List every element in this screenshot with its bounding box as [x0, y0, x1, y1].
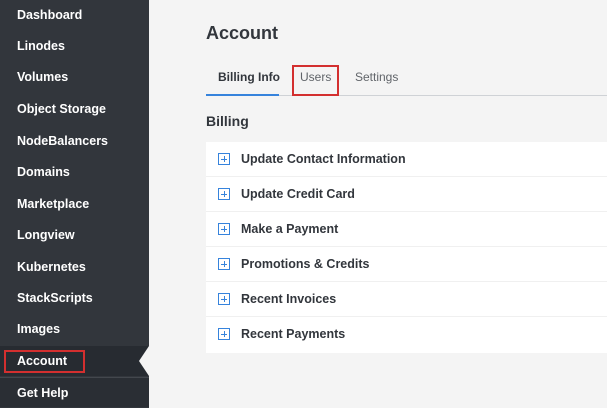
panel-recent-payments[interactable]: Recent Payments [206, 317, 607, 352]
sidebar-item-stackscripts[interactable]: StackScripts [0, 283, 149, 313]
sidebar-item-account[interactable]: Account [0, 346, 149, 376]
sidebar-item-object-storage[interactable]: Object Storage [0, 94, 149, 124]
plus-square-icon [218, 293, 230, 305]
sidebar-item-label: Account [17, 354, 67, 368]
sidebar-nav: Dashboard Linodes Volumes Object Storage… [0, 0, 149, 408]
panel-promotions-credits[interactable]: Promotions & Credits [206, 247, 607, 282]
tab-users[interactable]: Users [300, 62, 336, 95]
sidebar-item-marketplace[interactable]: Marketplace [0, 189, 149, 219]
sidebar-item-nodebalancers[interactable]: NodeBalancers [0, 126, 149, 156]
sidebar-item-volumes[interactable]: Volumes [0, 62, 149, 92]
page-title: Account [206, 23, 278, 43]
panel-recent-invoices[interactable]: Recent Invoices [206, 282, 607, 317]
sidebar-item-longview[interactable]: Longview [0, 220, 149, 250]
panel-make-a-payment[interactable]: Make a Payment [206, 212, 607, 247]
billing-panels: Update Contact Information Update Credit… [206, 142, 607, 353]
plus-square-icon [218, 188, 230, 200]
billing-section-title: Billing [206, 113, 249, 129]
sidebar-item-images[interactable]: Images [0, 314, 149, 344]
plus-square-icon [218, 153, 230, 165]
plus-square-icon [218, 223, 230, 235]
panel-label: Recent Payments [241, 327, 346, 341]
sidebar-item-get-help[interactable]: Get Help [0, 377, 149, 407]
plus-square-icon [218, 258, 230, 270]
panel-label: Update Contact Information [241, 152, 406, 166]
tab-settings[interactable]: Settings [355, 62, 405, 95]
sidebar-item-dashboard[interactable]: Dashboard [0, 0, 149, 30]
active-indicator-arrow [139, 346, 149, 376]
account-tabs: Billing Info Users Settings [206, 62, 607, 96]
panel-label: Update Credit Card [241, 187, 355, 201]
sidebar-item-domains[interactable]: Domains [0, 157, 149, 187]
sidebar-item-kubernetes[interactable]: Kubernetes [0, 252, 149, 282]
panel-update-contact-information[interactable]: Update Contact Information [206, 142, 607, 177]
panel-label: Promotions & Credits [241, 257, 370, 271]
panel-label: Recent Invoices [241, 292, 337, 306]
panel-label: Make a Payment [241, 222, 339, 236]
sidebar-item-linodes[interactable]: Linodes [0, 31, 149, 61]
plus-square-icon [218, 328, 230, 340]
tab-billing-info[interactable]: Billing Info [206, 62, 280, 96]
panel-update-credit-card[interactable]: Update Credit Card [206, 177, 607, 212]
